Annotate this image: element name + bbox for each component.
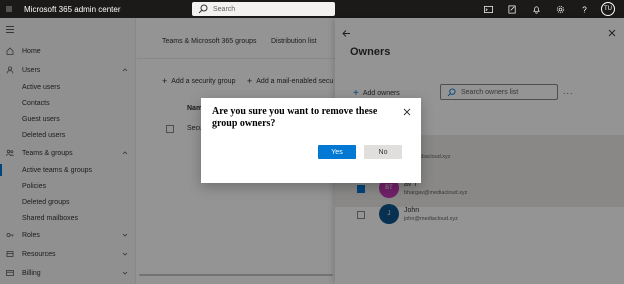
search-placeholder: Search: [213, 5, 236, 13]
help-icon[interactable]: ?: [572, 0, 596, 18]
no-button[interactable]: No: [364, 145, 402, 159]
terminal-icon[interactable]: [476, 0, 500, 18]
dialog-title: Are you sure you want to remove these gr…: [212, 106, 378, 129]
search-icon: [198, 4, 208, 14]
close-icon[interactable]: [403, 108, 411, 116]
global-search-input[interactable]: Search: [192, 2, 335, 16]
app-title[interactable]: Microsoft 365 admin center: [24, 5, 121, 14]
yes-button[interactable]: Yes: [318, 145, 356, 159]
confirm-remove-owners-dialog: Are you sure you want to remove these gr…: [201, 98, 421, 183]
svg-text:?: ?: [582, 5, 587, 13]
app-launcher-icon[interactable]: [2, 0, 16, 18]
edit-icon[interactable]: [500, 0, 524, 18]
top-bar: Microsoft 365 admin center Search ? TU: [0, 0, 624, 18]
top-icon-bar: ? TU: [476, 0, 620, 18]
bell-icon[interactable]: [524, 0, 548, 18]
gear-icon[interactable]: [548, 0, 572, 18]
user-avatar[interactable]: TU: [596, 0, 620, 18]
